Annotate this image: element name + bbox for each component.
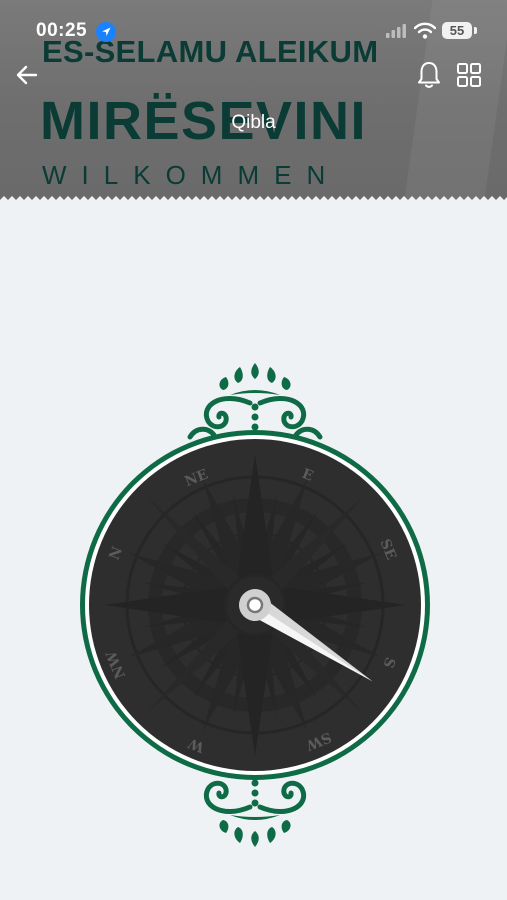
bottom-ornament: [203, 779, 307, 847]
status-time: 00:25: [36, 20, 88, 41]
wifi-icon: [413, 22, 437, 45]
location-arrow-icon: [96, 22, 116, 42]
page-title: Qibla: [231, 112, 276, 133]
qibla-compass: N NE E SE S SW W NW: [72, 355, 438, 855]
battery-indicator: 55: [442, 22, 472, 39]
status-bar: 00:25 55: [0, 18, 507, 46]
battery-tip: [474, 27, 477, 34]
header-zigzag-edge: [0, 196, 507, 206]
banner-line-3: WILKOMMEN: [42, 160, 341, 190]
menu-grid-button[interactable]: [456, 62, 482, 88]
back-button[interactable]: [14, 62, 40, 88]
notifications-button[interactable]: [415, 60, 443, 90]
grid-icon: [457, 63, 481, 87]
cellular-signal-icon: [385, 24, 407, 43]
bell-icon: [418, 62, 440, 88]
top-ornament: [187, 363, 323, 440]
arrow-left-icon: [16, 65, 38, 85]
